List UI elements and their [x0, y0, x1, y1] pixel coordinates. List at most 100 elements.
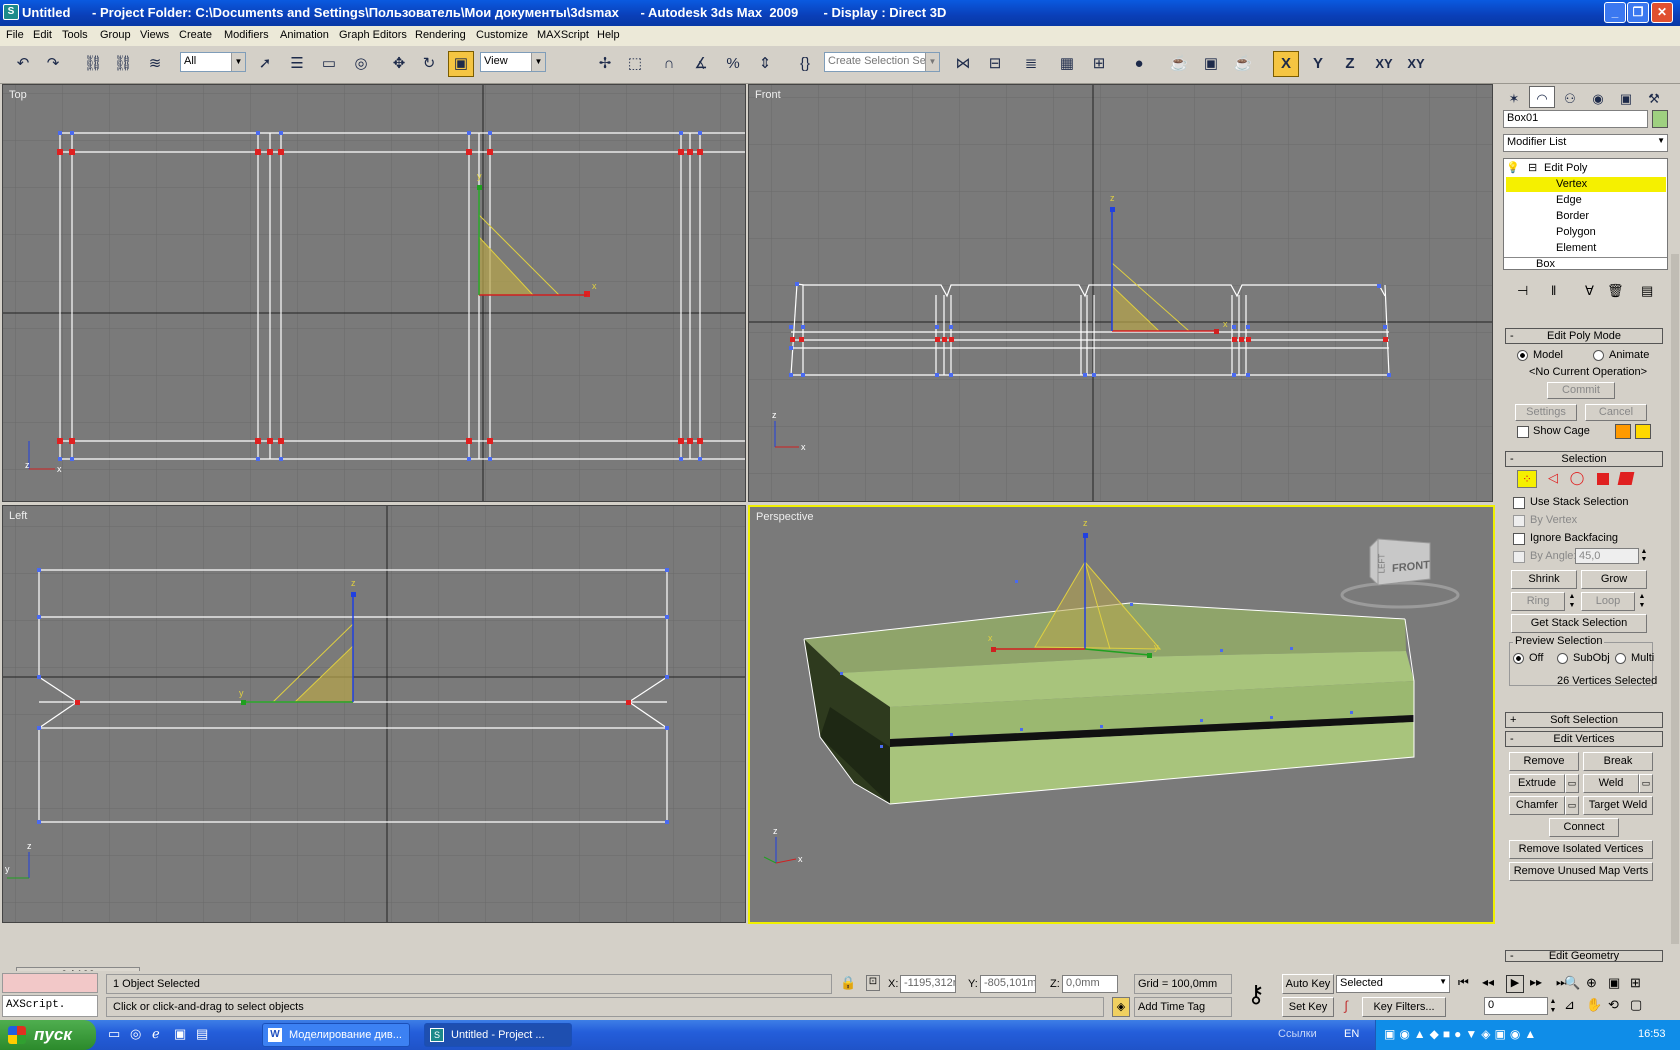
maxscript-listener-pink[interactable]: [2, 973, 98, 993]
edit-geometry-header[interactable]: - Edit Geometry: [1505, 950, 1663, 962]
break-button[interactable]: Break: [1583, 752, 1653, 771]
object-name-field[interactable]: Box01: [1503, 110, 1648, 128]
menu-views[interactable]: Views: [140, 29, 169, 41]
cage-color-swatch[interactable]: [1615, 424, 1631, 439]
current-frame-field[interactable]: 0: [1484, 997, 1548, 1015]
tray-icons[interactable]: ▣◉▲◆■●▼◈▣◉▲: [1384, 1027, 1540, 1041]
menu-customize[interactable]: Customize: [476, 29, 528, 41]
create-tab-icon[interactable]: ✶: [1501, 86, 1527, 108]
configure-sets-icon[interactable]: ▤: [1641, 283, 1653, 299]
bind-spacewarp-icon[interactable]: ≋: [142, 51, 168, 77]
align-icon[interactable]: ⊟: [982, 51, 1008, 77]
object-color-swatch[interactable]: [1652, 110, 1668, 128]
pivot-center-icon[interactable]: ✢: [592, 51, 618, 77]
chamfer-button[interactable]: Chamfer: [1509, 796, 1565, 815]
stack-item-border[interactable]: Border: [1556, 210, 1589, 222]
get-stack-selection-button[interactable]: Get Stack Selection: [1511, 614, 1647, 633]
close-button[interactable]: ✕: [1651, 2, 1673, 23]
modifier-list-dropdown[interactable]: Modifier List ▼: [1503, 134, 1668, 152]
weld-button[interactable]: Weld: [1583, 774, 1639, 793]
percent-snap-icon[interactable]: %: [720, 51, 746, 77]
key-icon[interactable]: ⚷: [1238, 977, 1274, 1013]
manipulate-icon[interactable]: ⬚: [622, 51, 648, 77]
menu-animation[interactable]: Animation: [280, 29, 329, 41]
menu-group[interactable]: Group: [100, 29, 131, 41]
links-toolbar[interactable]: Ссылки: [1278, 1028, 1317, 1040]
cage-selected-color-swatch[interactable]: [1635, 424, 1651, 439]
stack-item-polygon[interactable]: Polygon: [1556, 226, 1596, 238]
x-coordinate-field[interactable]: -1195,312r: [900, 975, 956, 993]
browser-icon[interactable]: ◎: [130, 1026, 141, 1042]
zoom-icon[interactable]: 🔍: [1564, 975, 1580, 991]
go-to-start-icon[interactable]: ⏮: [1458, 975, 1469, 990]
commit-button[interactable]: Commit: [1547, 382, 1615, 399]
ignore-backfacing-checkbox[interactable]: [1513, 533, 1525, 545]
key-mode-dropdown[interactable]: Selected ▼: [1336, 975, 1450, 993]
display-tab-icon[interactable]: ▣: [1613, 86, 1639, 108]
rectangular-selection-icon[interactable]: ▭: [316, 51, 342, 77]
menu-create[interactable]: Create: [179, 29, 212, 41]
viewport-label-left[interactable]: Left: [9, 510, 27, 522]
redo-icon[interactable]: ↷: [40, 51, 66, 77]
chamfer-settings-icon[interactable]: ▭: [1565, 796, 1579, 815]
z-coordinate-field[interactable]: 0,0mm: [1062, 975, 1118, 993]
y-coordinate-field[interactable]: -805,101mi: [980, 975, 1036, 993]
preview-off-radio[interactable]: [1513, 653, 1524, 664]
axis-xy-cycle-button[interactable]: XY: [1403, 51, 1429, 77]
angle-snap-icon[interactable]: ∡: [688, 51, 714, 77]
select-link-icon[interactable]: ⛓: [80, 51, 106, 77]
angle-spinner-icon[interactable]: ▲ ▼: [1639, 548, 1649, 564]
rotate-icon[interactable]: ↻: [416, 51, 442, 77]
app-icon-2[interactable]: ▣: [174, 1026, 186, 1042]
grow-button[interactable]: Grow: [1581, 570, 1647, 589]
polygon-mode-icon[interactable]: [1597, 473, 1609, 485]
selection-filter-dropdown[interactable]: All ▼: [180, 52, 246, 72]
element-mode-icon[interactable]: [1617, 472, 1635, 485]
set-key-button[interactable]: Set Key: [1282, 997, 1334, 1017]
selection-header[interactable]: - Selection: [1505, 451, 1663, 467]
stack-item-edit-poly[interactable]: Edit Poly: [1544, 162, 1587, 174]
connect-button[interactable]: Connect: [1549, 818, 1619, 837]
use-stack-selection-checkbox[interactable]: [1513, 497, 1525, 509]
menu-rendering[interactable]: Rendering: [415, 29, 466, 41]
axis-y-button[interactable]: Y: [1305, 51, 1331, 77]
vertex-mode-icon[interactable]: ⁘: [1517, 470, 1537, 488]
axis-x-button[interactable]: X: [1273, 51, 1299, 77]
modify-tab-icon[interactable]: ◠: [1529, 86, 1555, 108]
animate-radio[interactable]: [1593, 350, 1604, 361]
loop-spinner-icon[interactable]: ▲ ▼: [1637, 592, 1647, 611]
mirror-icon[interactable]: ⋈: [950, 51, 976, 77]
menu-tools[interactable]: Tools: [62, 29, 88, 41]
border-mode-icon[interactable]: ◯: [1567, 470, 1587, 488]
default-tangents-icon[interactable]: ∫: [1336, 998, 1356, 1016]
reference-coordinate-dropdown[interactable]: View ▼: [480, 52, 546, 72]
absolute-mode-icon[interactable]: ⊡: [866, 975, 880, 991]
material-editor-icon[interactable]: ●: [1126, 51, 1152, 77]
frame-spinner-icon[interactable]: ▲ ▼: [1548, 997, 1558, 1015]
show-end-result-icon[interactable]: ǁ: [1551, 283, 1556, 298]
next-frame-icon[interactable]: ▸▸: [1530, 975, 1542, 989]
axis-z-button[interactable]: Z: [1337, 51, 1363, 77]
stack-item-element[interactable]: Element: [1556, 242, 1596, 254]
taskbar-item-word[interactable]: W Моделирование див...: [262, 1023, 410, 1047]
edge-mode-icon[interactable]: ◁: [1543, 470, 1563, 488]
named-selection-set-dropdown[interactable]: Create Selection Set ▼: [824, 52, 940, 72]
by-vertex-checkbox[interactable]: [1513, 515, 1525, 527]
menu-edit[interactable]: Edit: [33, 29, 52, 41]
maximize-button[interactable]: ❐: [1627, 2, 1649, 23]
zoom-extents-all-icon[interactable]: ⊞: [1630, 975, 1641, 991]
viewport-left[interactable]: y z z y Left: [2, 505, 746, 923]
taskbar-item-3dsmax[interactable]: S Untitled - Project ...: [424, 1023, 572, 1047]
stack-item-edge[interactable]: Edge: [1556, 194, 1582, 206]
collapse-icon[interactable]: ⊟: [1528, 161, 1537, 174]
unlink-icon[interactable]: ⛓: [110, 51, 136, 77]
extrude-button[interactable]: Extrude: [1509, 774, 1565, 793]
zoom-all-icon[interactable]: ⊕: [1586, 975, 1597, 991]
minimize-button[interactable]: _: [1604, 2, 1626, 23]
menu-graph-editors[interactable]: Graph Editors: [339, 29, 407, 41]
field-of-view-icon[interactable]: ⊿: [1564, 997, 1575, 1013]
ie-icon[interactable]: ℯ: [152, 1026, 160, 1042]
previous-frame-icon[interactable]: ◂◂: [1482, 975, 1494, 989]
window-crossing-icon[interactable]: ◎: [348, 51, 374, 77]
settings-button[interactable]: Settings: [1515, 404, 1577, 421]
